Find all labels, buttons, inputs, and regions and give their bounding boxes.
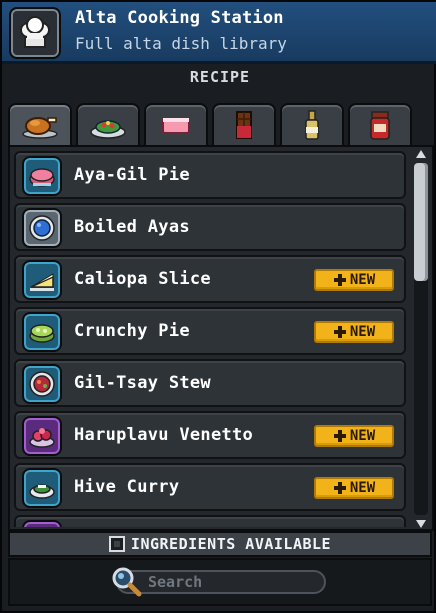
ingredients-available-filter[interactable]: INGREDIENTS AVAILABLE [8,531,432,557]
recipe-row-caliopa-slice[interactable]: Caliopa Slice NEW [14,255,406,303]
roast-chicken-icon [22,117,58,139]
recipe-label: Caliopa Slice [74,269,211,289]
recipe-label: Hive Curry [74,477,180,497]
tab-salad[interactable] [76,103,140,145]
recipe-row-haruplavu-venetto[interactable]: Haruplavu Venetto NEW [14,411,406,459]
new-badge-label: NEW [349,272,376,288]
tab-bottle[interactable] [280,103,344,145]
new-badge: NEW [314,321,394,343]
scroll-track[interactable] [414,163,428,515]
new-badge-label: NEW [349,480,376,496]
tab-roast-chicken[interactable] [8,103,72,145]
chocolate-bar-icon [236,111,252,139]
cake-slice-icon [22,260,62,300]
scroll-down-arrow-icon[interactable] [415,519,427,529]
recipe-list[interactable]: Aya-Gil Pie Boiled Ayas Caliopa Slice NE… [14,151,406,527]
recipe-row-gil-tsay-stew[interactable]: Gil-Tsay Stew [14,359,406,407]
recipe-label: Gil-Tsay Stew [74,373,211,393]
scroll-thumb[interactable] [414,163,428,281]
berry-dish-icon [22,416,62,456]
tab-chocolate[interactable] [212,103,276,145]
tab-jam-jar[interactable] [348,103,412,145]
green-pie-icon [22,312,62,352]
search-icon [112,567,142,597]
recipe-label: Aya-Gil Pie [74,165,190,185]
new-badge-label: NEW [349,428,376,444]
recipe-row-partial[interactable] [14,515,406,527]
ingredients-available-label: INGREDIENTS AVAILABLE [130,535,332,553]
plus-icon [333,325,347,339]
header-bar: Alta Cooking Station Full alta dish libr… [2,2,436,64]
stew-icon [22,364,62,404]
recipe-row-aya-gil-pie[interactable]: Aya-Gil Pie [14,151,406,199]
recipe-label: Haruplavu Venetto [74,425,254,445]
new-badge-label: NEW [349,324,376,340]
jam-jar-icon [370,111,390,140]
new-badge: NEW [314,269,394,291]
window-subtitle: Full alta dish library [75,34,287,53]
new-badge: NEW [314,425,394,447]
dish-icon [22,520,62,527]
chef-hat-icon [9,7,61,59]
cooking-station-window: Alta Cooking Station Full alta dish libr… [0,0,436,613]
recipe-row-boiled-ayas[interactable]: Boiled Ayas [14,203,406,251]
plus-icon [333,273,347,287]
pie-icon [22,156,62,196]
search-area [8,558,432,606]
recipe-row-hive-curry[interactable]: Hive Curry NEW [14,463,406,511]
bottle-icon [305,110,319,140]
curry-icon [22,468,62,508]
ham-slice-icon [162,117,190,134]
plus-icon [333,481,347,495]
search-input[interactable] [148,572,318,592]
recipe-list-panel: Aya-Gil Pie Boiled Ayas Caliopa Slice NE… [8,145,434,531]
category-tabs [8,103,412,145]
recipe-row-crunchy-pie[interactable]: Crunchy Pie NEW [14,307,406,355]
recipe-label: Boiled Ayas [74,217,190,237]
new-badge: NEW [314,477,394,499]
recipe-label: Crunchy Pie [74,321,190,341]
ingredients-checkbox[interactable] [108,536,125,552]
salad-plate-icon [90,120,126,139]
plus-icon [333,429,347,443]
blue-bowl-icon [22,208,62,248]
scroll-up-arrow-icon[interactable] [415,149,427,159]
window-title: Alta Cooking Station [75,8,284,28]
recipe-section-label: RECIPE [189,68,251,86]
scrollbar[interactable] [412,149,430,529]
tab-ham[interactable] [144,103,208,145]
